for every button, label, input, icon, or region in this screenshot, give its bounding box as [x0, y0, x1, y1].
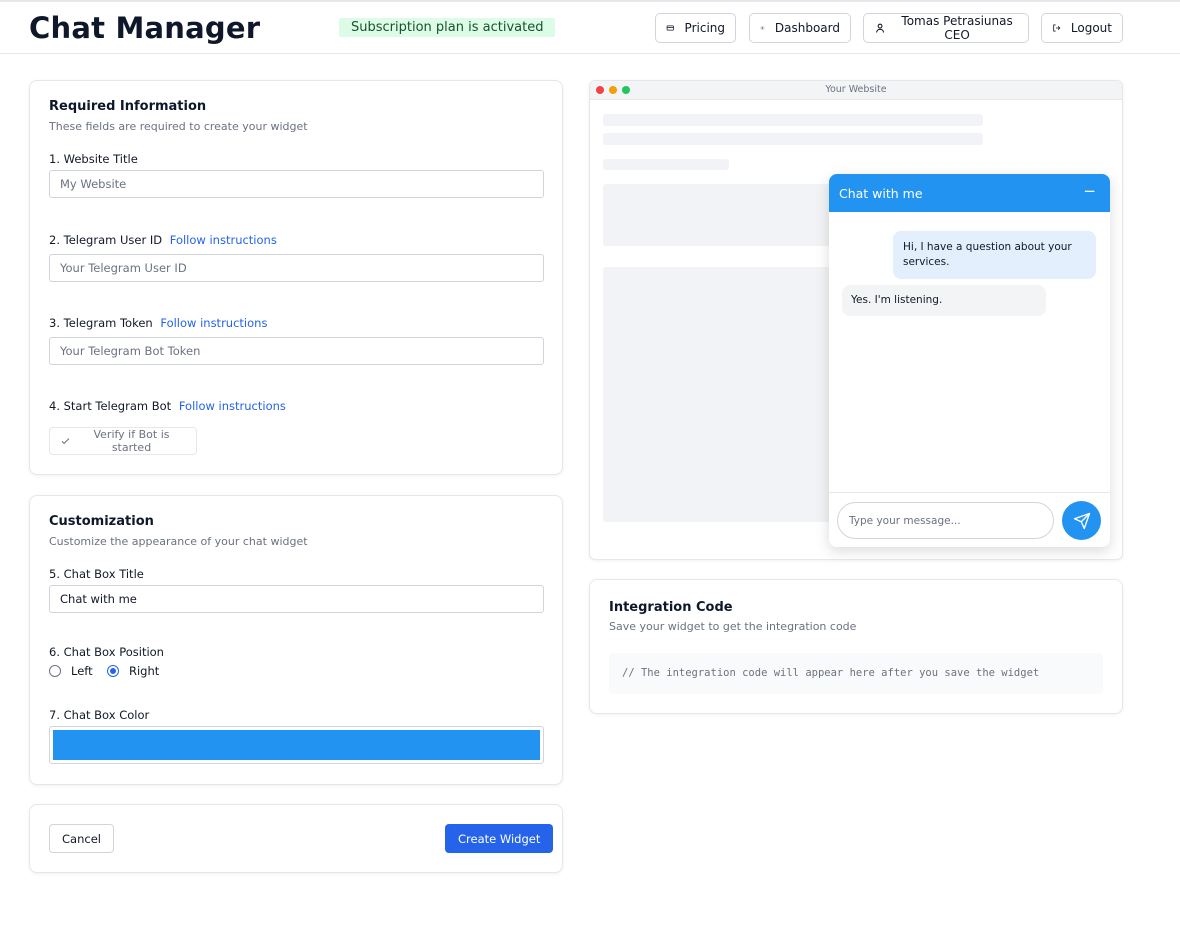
integration-code-title: Integration Code [609, 600, 733, 615]
website-title-input[interactable] [49, 170, 544, 198]
telegram-token-instructions-link[interactable]: Follow instructions [160, 316, 267, 330]
browser-title: Your Website [825, 84, 887, 95]
integration-code-box: // The integration code will appear here… [609, 653, 1103, 694]
pricing-label: Pricing [684, 21, 725, 35]
logout-label: Logout [1070, 21, 1112, 35]
skeleton-block [603, 267, 843, 522]
telegram-user-id-label-text: 2. Telegram User ID [49, 233, 163, 247]
chat-message-input[interactable] [837, 502, 1054, 539]
chat-widget-header: Chat with me − [829, 174, 1110, 212]
start-bot-label: 4. Start Telegram Bot Follow instruction… [49, 399, 286, 413]
send-icon [1073, 512, 1090, 529]
required-info-subtitle: These fields are required to create your… [49, 120, 308, 133]
chat-widget-title: Chat with me [839, 186, 923, 201]
app-header: Chat Manager Subscription plan is activa… [0, 2, 1180, 54]
required-info-card: Required Information These fields are re… [29, 80, 563, 475]
chat-box-position-label: 6. Chat Box Position [49, 645, 164, 659]
position-left-label: Left [71, 664, 93, 678]
position-right-label: Right [129, 664, 160, 678]
create-widget-button[interactable]: Create Widget [445, 824, 554, 853]
telegram-user-id-instructions-link[interactable]: Follow instructions [170, 233, 277, 247]
telegram-user-id-input[interactable] [49, 254, 544, 282]
position-left-radio[interactable] [49, 665, 61, 677]
position-right-option[interactable]: Right [107, 664, 159, 678]
credit-card-icon [666, 25, 674, 31]
verify-bot-label: Verify if Bot is started [93, 428, 170, 454]
minimize-icon[interactable]: − [1083, 182, 1096, 200]
website-title-label: 1. Website Title [49, 152, 138, 166]
customization-title: Customization [49, 514, 154, 529]
pricing-button[interactable]: Pricing [655, 13, 736, 43]
dashboard-button[interactable]: Dashboard [749, 13, 851, 43]
owner-message: Yes. I'm listening. [842, 285, 1046, 316]
visitor-message: Hi, I have a question about your service… [893, 231, 1096, 279]
verify-bot-button[interactable]: Verify if Bot is started [49, 427, 197, 455]
browser-title-bar: Your Website [590, 81, 1122, 100]
chat-box-title-label: 5. Chat Box Title [49, 567, 144, 581]
website-preview-card: Your Website Chat with me − Hi, I have a… [589, 80, 1123, 560]
customization-subtitle: Customize the appearance of your chat wi… [49, 535, 308, 548]
actions-card: Cancel Create Widget [29, 804, 563, 873]
chat-widget-preview: Chat with me − Hi, I have a question abo… [829, 174, 1110, 547]
check-icon [61, 438, 70, 445]
skeleton-line [603, 133, 983, 145]
skeleton-block [603, 184, 843, 246]
chat-box-title-input[interactable] [49, 585, 544, 613]
integration-code-subtitle: Save your widget to get the integration … [609, 620, 857, 633]
telegram-user-id-label: 2. Telegram User ID Follow instructions [49, 233, 277, 247]
logout-button[interactable]: Logout [1041, 13, 1123, 43]
start-bot-label-text: 4. Start Telegram Bot [49, 399, 172, 413]
chat-box-color-label: 7. Chat Box Color [49, 708, 150, 722]
required-info-title: Required Information [49, 99, 207, 114]
chat-input-area [829, 492, 1110, 547]
subscription-status-badge: Subscription plan is activated [339, 18, 556, 37]
start-bot-instructions-link[interactable]: Follow instructions [179, 399, 286, 413]
telegram-token-label: 3. Telegram Token Follow instructions [49, 316, 267, 330]
logout-icon [1053, 24, 1061, 32]
send-button[interactable] [1062, 501, 1101, 540]
skeleton-line [603, 159, 729, 170]
dashboard-label: Dashboard [774, 21, 840, 35]
position-right-radio[interactable] [107, 665, 119, 677]
telegram-token-input[interactable] [49, 337, 544, 365]
integration-code-card: Integration Code Save your widget to get… [589, 579, 1123, 714]
user-name-label: Tomas Petrasiunas CEO [901, 14, 1013, 42]
brand-title: Chat Manager [29, 11, 261, 45]
customization-card: Customization Customize the appearance o… [29, 495, 563, 785]
telegram-token-label-text: 3. Telegram Token [49, 316, 153, 330]
cancel-button[interactable]: Cancel [49, 824, 114, 853]
chat-box-color-picker[interactable] [49, 726, 544, 764]
user-profile-button[interactable]: Tomas Petrasiunas CEO [863, 13, 1029, 43]
color-swatch [53, 730, 540, 760]
position-left-option[interactable]: Left [49, 664, 93, 678]
skeleton-line [603, 114, 983, 126]
user-icon [876, 23, 885, 33]
gear-icon [760, 26, 765, 30]
